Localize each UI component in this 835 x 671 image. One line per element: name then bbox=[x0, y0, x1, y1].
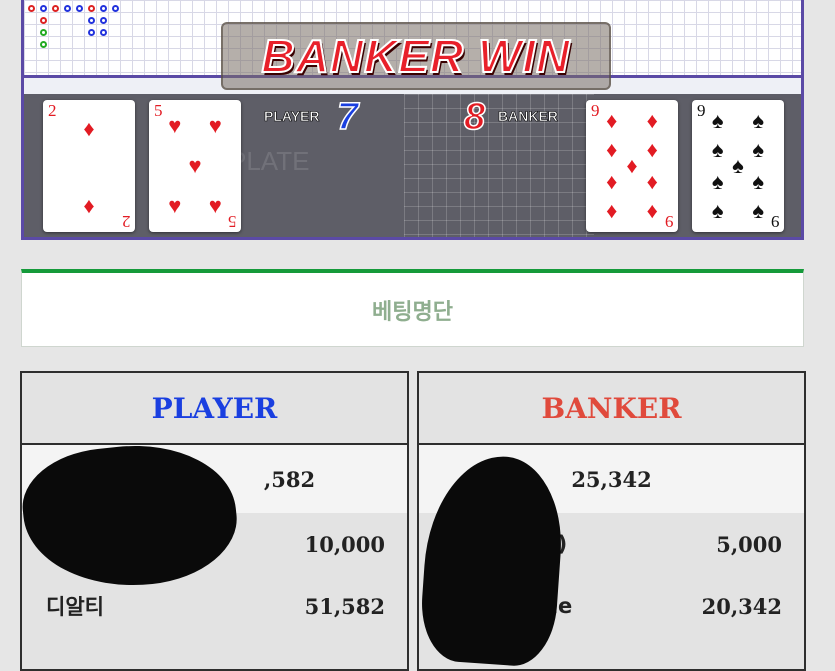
card-rank: 2 bbox=[121, 212, 131, 231]
card-rank: 5 bbox=[154, 101, 163, 120]
spade-icon: ♠ bbox=[752, 197, 765, 223]
bet-amount: 5,000 bbox=[716, 531, 782, 557]
spade-icon: ♠ bbox=[711, 168, 724, 194]
spade-icon: ♠ bbox=[711, 108, 724, 134]
spade-icon: ♠ bbox=[752, 137, 765, 163]
watermark-text: PLATE bbox=[229, 146, 310, 176]
banker-card-2: 9 ♠ ♠ ♠ ♠ ♠ ♠ ♠ ♠ ♠ 9 bbox=[692, 100, 784, 232]
diamond-icon: ♦ bbox=[606, 108, 618, 134]
result-banner: BANKER WIN bbox=[221, 22, 611, 90]
player-score-label: PLAYER bbox=[264, 108, 320, 125]
heart-icon: ♥ bbox=[168, 192, 182, 218]
bet-amount: 20,342 bbox=[701, 593, 782, 619]
banker-bead bbox=[28, 5, 35, 12]
bet-amount: 51,582 bbox=[304, 593, 385, 619]
banker-bead bbox=[88, 5, 95, 12]
diamond-icon: ♦ bbox=[646, 108, 658, 134]
banker-bead bbox=[40, 17, 47, 24]
player-bead bbox=[100, 5, 107, 12]
player-card-2: 5 ♥ ♥ ♥ ♥ ♥ 5 bbox=[149, 100, 241, 232]
player-score: 7 bbox=[336, 95, 359, 139]
player-bead bbox=[112, 5, 119, 12]
spade-icon: ♠ bbox=[711, 197, 724, 223]
diamond-icon: ♦ bbox=[83, 192, 95, 218]
game-board: BANKER WIN PLATE 2 ♦ ♦ 2 5 ♥ ♥ ♥ ♥ ♥ 5 P… bbox=[21, 0, 804, 240]
card-rank: 2 bbox=[48, 101, 57, 120]
tie-bead bbox=[40, 41, 47, 48]
heart-icon: ♥ bbox=[208, 192, 222, 218]
diamond-icon: ♦ bbox=[606, 168, 618, 194]
betting-list-header: 베팅명단 bbox=[21, 269, 804, 347]
player-bet-row: 디알티 51,582 bbox=[22, 575, 407, 637]
card-rank: 9 bbox=[697, 101, 706, 120]
banker-column-header: BANKER bbox=[419, 373, 804, 445]
diamond-icon: ♦ bbox=[626, 153, 638, 178]
card-rank: 9 bbox=[664, 212, 674, 231]
diamond-icon: ♦ bbox=[606, 137, 618, 163]
player-card-1: 2 ♦ ♦ 2 bbox=[43, 100, 135, 232]
diamond-icon: ♦ bbox=[646, 197, 658, 223]
player-bead bbox=[88, 17, 95, 24]
spade-icon: ♠ bbox=[752, 168, 765, 194]
diamond-icon: ♦ bbox=[83, 116, 95, 142]
heart-icon: ♥ bbox=[188, 153, 202, 178]
banker-bead bbox=[52, 5, 59, 12]
result-banner-text: BANKER WIN bbox=[261, 29, 571, 83]
player-bead bbox=[76, 5, 83, 12]
betting-list-title: 베팅명단 bbox=[372, 299, 453, 325]
player-total-amount: ,582 bbox=[263, 466, 316, 492]
banker-card-1: 9 ♦ ♦ ♦ ♦ ♦ ♦ ♦ ♦ ♦ 9 bbox=[586, 100, 678, 232]
spade-icon: ♠ bbox=[732, 153, 744, 178]
player-bead bbox=[88, 29, 95, 36]
player-bead bbox=[64, 5, 71, 12]
spade-icon: ♠ bbox=[711, 137, 724, 163]
player-bead bbox=[100, 17, 107, 24]
card-panel: PLATE 2 ♦ ♦ 2 5 ♥ ♥ ♥ ♥ ♥ 5 PLAYER 7 8 B… bbox=[24, 94, 801, 237]
card-rank: 9 bbox=[770, 212, 780, 231]
card-rank: 9 bbox=[591, 101, 600, 120]
player-bead bbox=[100, 29, 107, 36]
diamond-icon: ♦ bbox=[646, 168, 658, 194]
player-column-header: PLAYER bbox=[22, 373, 407, 445]
heart-icon: ♥ bbox=[168, 113, 182, 139]
diamond-icon: ♦ bbox=[646, 137, 658, 163]
heart-icon: ♥ bbox=[208, 113, 222, 139]
banker-score-label: BANKER bbox=[498, 108, 558, 125]
bettor-name: 디알티 bbox=[46, 595, 104, 619]
spade-icon: ♠ bbox=[752, 108, 765, 134]
diamond-icon: ♦ bbox=[606, 197, 618, 223]
card-rank: 5 bbox=[227, 212, 237, 231]
bet-amount: 10,000 bbox=[304, 531, 385, 557]
banker-total-amount: 25,342 bbox=[571, 466, 652, 492]
tie-bead bbox=[40, 29, 47, 36]
banker-score: 8 bbox=[463, 95, 486, 139]
player-bead bbox=[40, 5, 47, 12]
